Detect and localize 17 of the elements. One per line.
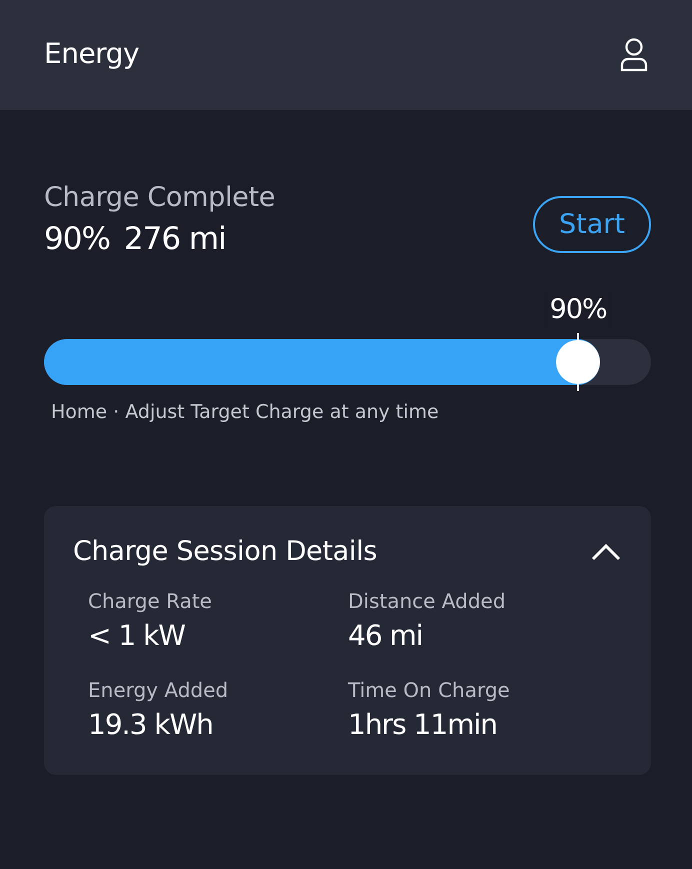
target-note: Home · Adjust Target Charge at any time <box>51 401 440 423</box>
detail-value: 19.3 kWh <box>88 708 214 741</box>
detail-value: 46 mi <box>348 619 424 652</box>
charge-status: Charge Complete <box>44 182 276 213</box>
detail-value: 1hrs 11min <box>348 708 498 741</box>
range-value: 276 mi <box>124 221 226 257</box>
detail-label: Charge Rate <box>88 589 213 613</box>
card-title: Charge Session Details <box>73 536 378 567</box>
start-button[interactable]: Start <box>533 196 651 253</box>
page-title: Energy <box>44 36 140 72</box>
charge-percent: 90% <box>44 221 110 257</box>
user-icon[interactable] <box>620 38 648 72</box>
detail-value: < 1 kW <box>88 619 186 652</box>
detail-label: Time On Charge <box>348 678 511 702</box>
detail-label: Energy Added <box>88 678 230 702</box>
detail-label: Distance Added <box>348 589 507 613</box>
chevron-icon[interactable] <box>591 542 621 560</box>
